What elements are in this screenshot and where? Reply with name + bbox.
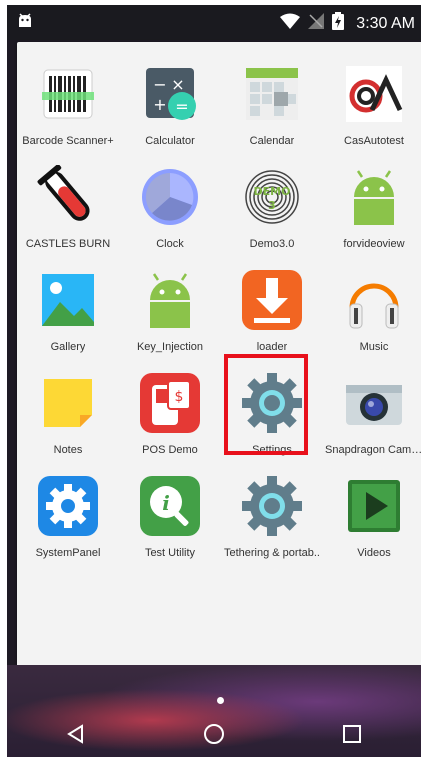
home-button[interactable] [194,714,234,754]
app-calendar[interactable]: Calendar [221,56,323,159]
app-drawer: Barcode Scanner+ − × + = Calculator Cale… [17,42,421,673]
app-tethering[interactable]: Tethering & portab.. [221,468,323,571]
android-notification-icon [17,13,33,34]
app-loader[interactable]: loader [221,262,323,365]
svg-text:=: = [175,97,188,116]
pos-terminal-icon: $ [140,373,200,433]
svg-text:DEMO: DEMO [254,185,291,198]
app-castles-burn[interactable]: CASTLES BURN [17,159,119,262]
android-icon [150,273,190,328]
app-label: POS Demo [142,444,198,456]
headphones-icon [349,283,399,329]
gear-icon [242,373,302,433]
app-label: Videos [357,547,391,559]
app-label: Barcode Scanner+ [22,135,114,147]
app-label: Snapdragon Came.. [325,444,421,456]
app-label: Test Utility [144,547,196,559]
test-tube-icon [37,165,90,221]
app-label: loader [256,341,288,353]
app-snapdragon-camera[interactable]: Snapdragon Came.. [323,365,421,468]
android-icon [354,170,394,225]
calculator-icon: − × + = [146,68,196,120]
app-music[interactable]: Music [323,262,421,365]
svg-text:×: × [171,75,184,94]
app-pos-demo[interactable]: $ POS Demo [119,365,221,468]
app-label: Clock [156,238,184,250]
recents-icon [343,725,361,743]
battery-charging-icon [332,12,345,35]
gallery-icon [42,274,94,326]
no-signal-icon [308,13,325,34]
app-key-injection[interactable]: Key_Injection [119,262,221,365]
app-grid: Barcode Scanner+ − × + = Calculator Cale… [17,56,421,571]
fingerprint-icon: DEMO 3 [245,170,299,224]
gear-icon [242,476,302,536]
app-label: Calendar [249,135,295,147]
back-icon [67,724,83,744]
info-magnifier-icon: i [140,476,200,536]
castles-logo-icon [346,66,403,122]
play-icon [348,480,400,532]
app-label: CasAutotest [344,135,404,147]
camera-icon [346,385,402,425]
gear-blue-icon [38,476,98,536]
app-label: Demo3.0 [249,238,295,250]
app-label: CASTLES BURN [25,238,111,250]
status-time: 3:30 AM [356,14,415,32]
navigation-bar [7,711,421,757]
svg-text:i: i [162,491,170,515]
back-button[interactable] [56,714,96,754]
svg-text:3: 3 [268,199,276,212]
app-label: SystemPanel [35,547,101,559]
app-demo30[interactable]: DEMO 3 Demo3.0 [221,159,323,262]
clock-icon [142,169,198,225]
app-clock[interactable]: Clock [119,159,221,262]
calendar-icon [246,68,298,120]
app-label: Settings [252,444,292,456]
app-label: Notes [53,444,83,456]
app-label: forvideoview [343,238,405,250]
app-label: Key_Injection [136,341,204,353]
page-indicator-dot [217,697,224,704]
app-systempanel[interactable]: SystemPanel [17,468,119,571]
app-gallery[interactable]: Gallery [17,262,119,365]
home-icon [204,724,224,744]
sticky-note-icon [44,379,92,427]
app-barcode-scanner[interactable]: Barcode Scanner+ [17,56,119,159]
app-label: Calculator [145,135,195,147]
barcode-icon [42,69,94,119]
app-notes[interactable]: Notes [17,365,119,468]
app-forvideoview[interactable]: forvideoview [323,159,421,262]
app-calculator[interactable]: − × + = Calculator [119,56,221,159]
app-videos[interactable]: Videos [323,468,421,571]
app-casautotest[interactable]: CasAutotest [323,56,421,159]
app-settings[interactable]: Settings [221,365,323,468]
phone-screen: 3:30 AM Barcode Scanner+ − × + = Calcula… [7,5,421,757]
download-icon [242,270,302,330]
svg-text:+: + [153,95,166,114]
recents-button[interactable] [332,714,372,754]
svg-text:−: − [153,75,166,94]
svg-text:$: $ [175,389,184,405]
app-label: Tethering & portab.. [223,547,320,559]
app-label: Music [359,341,389,353]
app-label: Gallery [50,341,86,353]
status-bar: 3:30 AM [7,5,421,40]
wifi-icon [280,13,301,34]
app-test-utility[interactable]: i Test Utility [119,468,221,571]
